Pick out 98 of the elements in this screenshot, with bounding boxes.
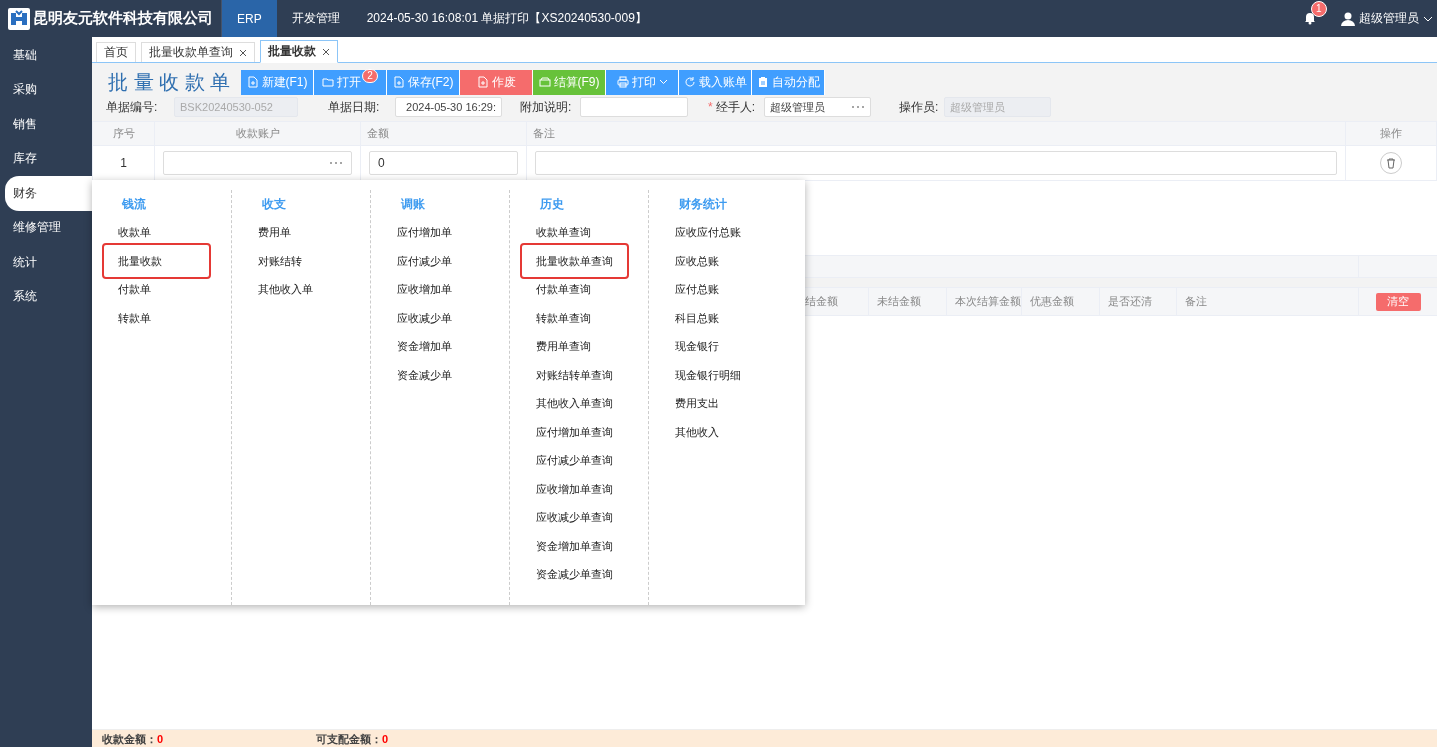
sidebar-item[interactable]: 统计: [0, 245, 92, 280]
menu-item[interactable]: 应收应付总账: [663, 218, 753, 247]
menu-item[interactable]: 对账结转: [246, 246, 314, 275]
file-icon: [246, 76, 259, 88]
company-name: 昆明友元软件科技有限公司: [33, 9, 213, 28]
nav-tab[interactable]: ERP: [222, 0, 277, 37]
note-field[interactable]: [535, 151, 1337, 175]
refresh-icon: [683, 76, 696, 88]
menu-item[interactable]: 批量收款单查询: [522, 244, 627, 277]
sidebar-item[interactable]: 维修管理: [0, 210, 92, 245]
sidebar-item[interactable]: 系统: [0, 279, 92, 314]
menu-item[interactable]: 科目总账: [663, 303, 731, 332]
input-field[interactable]: [580, 97, 688, 117]
field-label: * 经手人:: [708, 98, 756, 116]
close-icon[interactable]: [239, 48, 247, 57]
menu-item[interactable]: 现金银行: [663, 332, 731, 361]
page-tab[interactable]: 首页: [96, 42, 136, 62]
column-header: 收款账户: [154, 121, 361, 146]
column-header: 优惠金额: [1021, 288, 1099, 315]
box-icon: [538, 76, 551, 88]
menu-item[interactable]: 应收增加单: [385, 275, 464, 304]
field-label: 单据编号:: [106, 98, 159, 116]
menu-item[interactable]: 费用支出: [663, 389, 731, 418]
more-icon: [851, 104, 865, 110]
menu-item[interactable]: 应付总账: [663, 275, 731, 304]
menu-heading: 财务统计: [679, 195, 728, 213]
menu-item[interactable]: 付款单查询: [524, 275, 603, 304]
menu-item[interactable]: 其他收入: [663, 417, 731, 446]
menu-heading: 收支: [262, 195, 287, 213]
required-mark: *: [708, 99, 713, 114]
menu-item[interactable]: 收款单查询: [524, 218, 603, 247]
menu-item[interactable]: 批量收款: [104, 244, 209, 277]
column-header: 备注: [526, 121, 1346, 146]
menu-item[interactable]: 应付增加单查询: [524, 417, 625, 446]
menu-item[interactable]: 现金银行明细: [663, 360, 753, 389]
menu-item[interactable]: 其他收入单: [246, 275, 325, 304]
menu-item[interactable]: 应收减少单: [385, 303, 464, 332]
menu-item[interactable]: 转款单: [106, 303, 163, 332]
folder-icon: [322, 76, 335, 88]
total-text: 可支配金额：0: [316, 732, 390, 747]
trash-icon: [1386, 157, 1396, 169]
sidebar-item[interactable]: 基础: [0, 38, 92, 73]
form-title: 批 量 收 款 单: [108, 69, 232, 95]
count-badge: 2: [362, 69, 378, 83]
notice-text: 2024-05-30 16:08:01 单据打印【XS20240530-009】: [366, 10, 647, 27]
clipboard-icon: [756, 76, 769, 88]
more-icon: [329, 160, 343, 166]
menu-item[interactable]: 付款单: [106, 275, 163, 304]
column-header: 本次结算金额: [946, 288, 1021, 315]
menu-item[interactable]: 转款单查询: [524, 303, 603, 332]
printer-icon: [616, 76, 629, 88]
column-header: 金额: [360, 121, 527, 146]
menu-item[interactable]: 应收总账: [663, 246, 731, 275]
file-icon: [392, 76, 405, 88]
menu-item[interactable]: 对账结转单查询: [524, 360, 625, 389]
notification-badge: 1: [1311, 0, 1327, 17]
field-label: 单据日期:: [328, 98, 381, 116]
account-field[interactable]: [163, 151, 352, 175]
user-name[interactable]: 超级管理员: [1359, 10, 1419, 27]
column-header: 序号: [92, 121, 155, 146]
menu-item[interactable]: 资金增加单查询: [524, 531, 625, 560]
date-field[interactable]: 2024-05-30 16:29:: [395, 97, 502, 117]
menu-item[interactable]: 应收增加单查询: [524, 474, 625, 503]
column-header: 备注: [1176, 288, 1358, 315]
menu-item[interactable]: 收款单: [106, 218, 163, 247]
menu-heading: 调账: [401, 195, 426, 213]
menu-item[interactable]: 资金增加单: [385, 332, 464, 361]
menu-item[interactable]: 应付增加单: [385, 218, 464, 247]
menu-item[interactable]: 资金减少单: [385, 360, 464, 389]
page-tab[interactable]: 批量收款: [260, 40, 338, 63]
file-icon: [476, 76, 489, 88]
column-header: 操作: [1345, 121, 1437, 146]
page-tab[interactable]: 批量收款单查询: [141, 42, 255, 62]
column-header: 是否还清: [1099, 288, 1176, 315]
amount-field[interactable]: 0: [369, 151, 518, 175]
picker-field[interactable]: 超级管理员: [764, 97, 871, 117]
close-icon[interactable]: [322, 47, 330, 56]
menu-item[interactable]: 应收减少单查询: [524, 503, 625, 532]
total-text: 收款金额：0: [102, 732, 165, 747]
menu-item[interactable]: 其他收入单查询: [524, 389, 625, 418]
menu-item[interactable]: 应付减少单: [385, 246, 464, 275]
field-label: 操作员:: [899, 98, 939, 116]
chevron-down-icon: [1423, 14, 1433, 23]
sidebar-item[interactable]: 销售: [0, 107, 92, 142]
menu-item[interactable]: 应付减少单查询: [524, 446, 625, 475]
menu-item[interactable]: 费用单: [246, 218, 303, 247]
nav-tab[interactable]: 开发管理: [276, 0, 355, 37]
sidebar-item[interactable]: 库存: [0, 141, 92, 176]
logo-icon: [8, 7, 30, 30]
field-label: 附加说明:: [520, 98, 573, 116]
menu-item[interactable]: 费用单查询: [524, 332, 603, 361]
menu-heading: 钱流: [122, 195, 147, 213]
column-header: 未结金额: [868, 288, 946, 315]
menu-heading: 历史: [540, 195, 565, 213]
sidebar-item[interactable]: 财务: [5, 176, 92, 211]
sidebar-item[interactable]: 采购: [0, 72, 92, 107]
user-icon: [1341, 11, 1355, 26]
menu-item[interactable]: 资金减少单查询: [524, 560, 625, 589]
